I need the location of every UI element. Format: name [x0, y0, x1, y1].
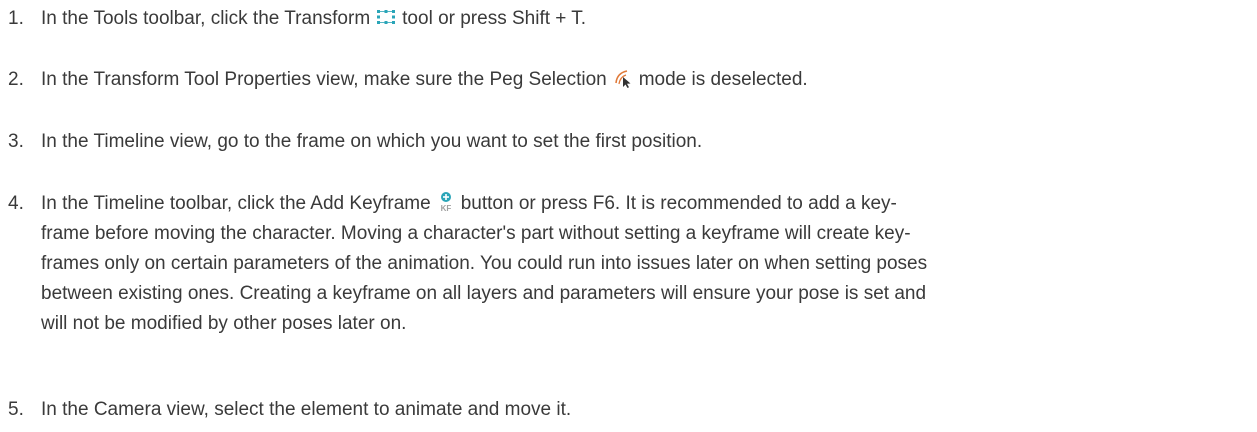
keyframe-icon-label: KF — [440, 204, 451, 213]
peg-selection-icon — [613, 68, 633, 88]
step-line: will not be modified by other poses late… — [41, 313, 407, 334]
step-number: 5. — [8, 399, 24, 420]
transform-tool-icon — [376, 9, 396, 25]
step-text: In the Timeline view, go to the frame on… — [41, 131, 703, 152]
step-line: frame before moving the character. Movin… — [41, 223, 911, 244]
step-number: 4. — [8, 193, 24, 214]
step-text: In the Timeline toolbar, click the Add K… — [41, 190, 1231, 338]
step-line: frames only on certain parameters of the… — [41, 253, 928, 274]
step-text-after: tool or press Shift + T. — [402, 8, 587, 29]
step-text: In the Transform Tool Properties view, m… — [41, 66, 1231, 94]
step-number: 1. — [8, 8, 24, 29]
step-text-before: In the Transform Tool Properties view, m… — [41, 69, 607, 90]
add-keyframe-icon: KF — [437, 191, 455, 213]
step-text-after: button or press F6. It is recommended to… — [460, 193, 897, 214]
step-number: 2. — [8, 69, 24, 90]
step-text-before: In the Tools toolbar, click the Transfor… — [41, 8, 371, 29]
step-first-line: In the Timeline toolbar, click the Add K… — [41, 190, 1231, 218]
step-number: 3. — [8, 131, 24, 152]
step-line: between existing ones. Creating a keyfra… — [41, 283, 927, 304]
step-text: In the Tools toolbar, click the Transfor… — [41, 5, 1231, 33]
step-text-after: mode is deselected. — [638, 69, 808, 90]
step-text: In the Camera view, select the element t… — [41, 399, 572, 420]
step-text-before: In the Timeline toolbar, click the Add K… — [41, 193, 431, 214]
